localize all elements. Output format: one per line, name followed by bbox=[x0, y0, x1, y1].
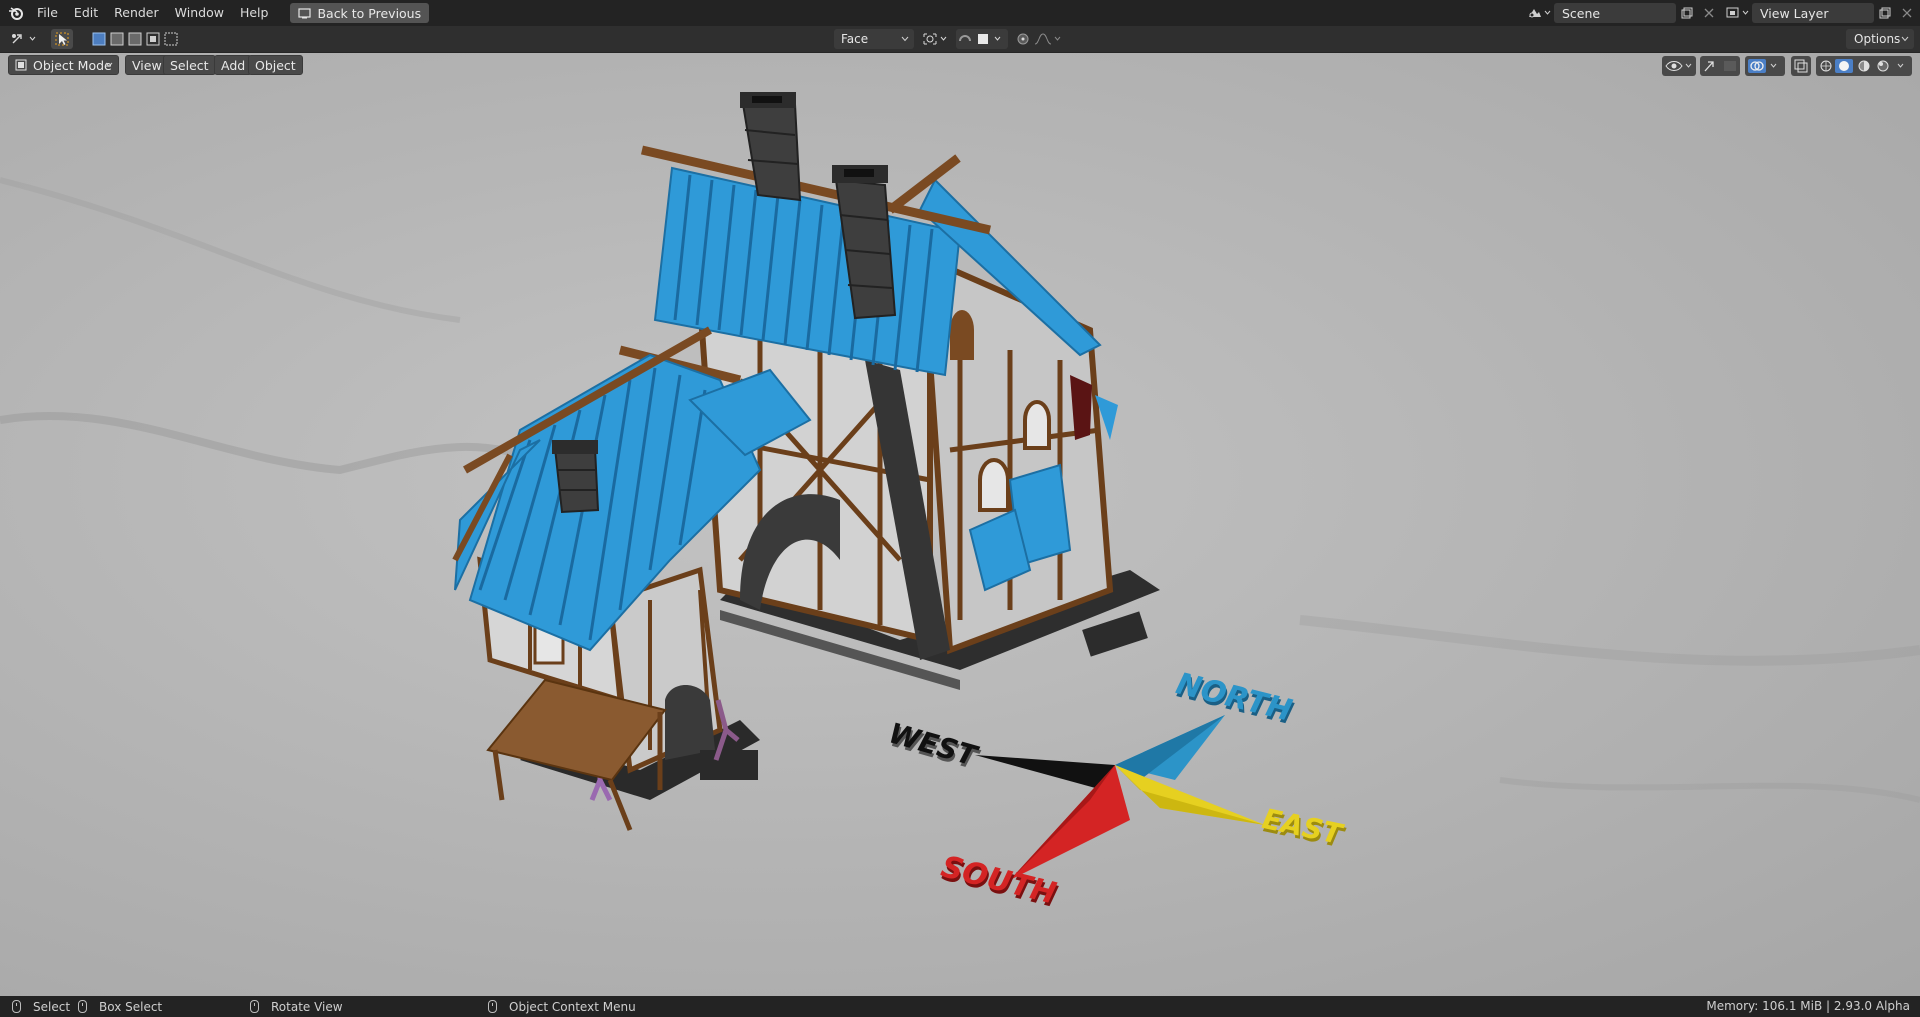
status-rotate-view: Rotate View bbox=[250, 996, 343, 1017]
scene-browse-icon[interactable] bbox=[1524, 3, 1554, 23]
status-context-menu: Object Context Menu bbox=[488, 996, 636, 1017]
selection-mode-icons[interactable] bbox=[90, 31, 186, 47]
delete-scene-icon[interactable] bbox=[1698, 3, 1720, 23]
view-layer-name-text: View Layer bbox=[1760, 5, 1829, 21]
menu-window[interactable]: Window bbox=[167, 0, 232, 26]
viewport-menu-add[interactable]: Add bbox=[214, 55, 253, 75]
options-dropdown[interactable]: Options bbox=[1846, 29, 1914, 49]
viewport-menu-select[interactable]: Select bbox=[163, 55, 216, 75]
status-bar: Select Box Select Rotate View Object Con… bbox=[0, 996, 1920, 1017]
snap-target-dropdown[interactable]: Face bbox=[834, 29, 914, 49]
new-view-layer-icon[interactable] bbox=[1874, 3, 1896, 23]
box-select-mouse-icon bbox=[78, 1000, 87, 1013]
menu-render[interactable]: Render bbox=[106, 0, 167, 26]
xray-toggle[interactable] bbox=[1791, 56, 1811, 76]
left-mouse-icon bbox=[12, 1000, 21, 1013]
compass-rose bbox=[975, 715, 1265, 880]
overlays-icon bbox=[1748, 59, 1777, 73]
view-layer-browse-icon[interactable] bbox=[1722, 3, 1752, 23]
screen-icon bbox=[298, 7, 312, 18]
proportional-edit-group[interactable] bbox=[1014, 29, 1064, 49]
3d-viewport[interactable]: NORTH WEST EAST SOUTH Object Mode View S… bbox=[0, 53, 1920, 996]
delete-view-layer-icon[interactable] bbox=[1896, 3, 1918, 23]
back-to-previous-button[interactable]: Back to Previous bbox=[290, 3, 430, 23]
proportional-edit-icon bbox=[1017, 33, 1061, 45]
magnet-icon bbox=[959, 34, 1001, 44]
visibility-dropdown[interactable] bbox=[1662, 56, 1696, 76]
status-rotate-view-label: Rotate View bbox=[271, 999, 343, 1014]
scene-name-field[interactable]: Scene bbox=[1554, 3, 1676, 23]
status-select: Select bbox=[12, 996, 70, 1017]
overlays-toggle[interactable] bbox=[1745, 56, 1785, 76]
tool-settings-bar: Face Options bbox=[0, 26, 1920, 53]
menu-help[interactable]: Help bbox=[232, 0, 277, 26]
back-to-previous-label: Back to Previous bbox=[317, 5, 422, 21]
menu-file[interactable]: File bbox=[29, 0, 66, 26]
top-menu-bar: File Edit Render Window Help Back to Pre… bbox=[0, 0, 1920, 26]
chevron-down-icon bbox=[1901, 36, 1909, 42]
gizmo-icon bbox=[1704, 61, 1736, 72]
memory-readout: Memory: 106.1 MiB | 2.93.0 Alpha bbox=[1706, 999, 1910, 1013]
status-box-select-label: Box Select bbox=[99, 999, 163, 1014]
object-mode-icon bbox=[15, 59, 27, 71]
shading-mode-icons bbox=[1820, 59, 1904, 73]
snapping-toggle-group[interactable] bbox=[956, 29, 1008, 49]
right-mouse-icon bbox=[488, 1000, 497, 1013]
menu-edit[interactable]: Edit bbox=[66, 0, 106, 26]
viewport-menu-object[interactable]: Object bbox=[248, 55, 303, 75]
status-context-menu-label: Object Context Menu bbox=[509, 999, 636, 1014]
chevron-down-icon bbox=[901, 36, 909, 42]
blender-logo-icon[interactable] bbox=[3, 0, 29, 26]
editor-type-icon[interactable] bbox=[8, 29, 40, 49]
snap-target-label: Face bbox=[841, 32, 869, 46]
view-layer-selector: View Layer bbox=[1722, 3, 1918, 23]
eye-icon bbox=[1665, 61, 1692, 71]
status-box-select: Box Select bbox=[78, 996, 162, 1017]
right-steps bbox=[1082, 611, 1148, 657]
middle-mouse-icon bbox=[250, 1000, 259, 1013]
xray-icon bbox=[1794, 59, 1808, 73]
status-select-label: Select bbox=[33, 999, 71, 1014]
options-label: Options bbox=[1854, 32, 1901, 46]
object-mode-dropdown[interactable]: Object Mode bbox=[8, 55, 119, 75]
view-layer-name-field[interactable]: View Layer bbox=[1752, 3, 1874, 23]
object-mode-label: Object Mode bbox=[33, 57, 112, 73]
chevron-down-icon bbox=[105, 62, 113, 68]
new-scene-icon[interactable] bbox=[1676, 3, 1698, 23]
scene-selector: Scene bbox=[1524, 3, 1720, 23]
gizmo-toggle[interactable] bbox=[1700, 56, 1740, 76]
scene-name-text: Scene bbox=[1562, 5, 1601, 21]
selection-mode-group bbox=[88, 29, 188, 49]
shading-mode-group[interactable] bbox=[1816, 56, 1912, 76]
pivot-point-icon[interactable] bbox=[920, 29, 952, 49]
select-tool-icon[interactable] bbox=[51, 29, 73, 49]
